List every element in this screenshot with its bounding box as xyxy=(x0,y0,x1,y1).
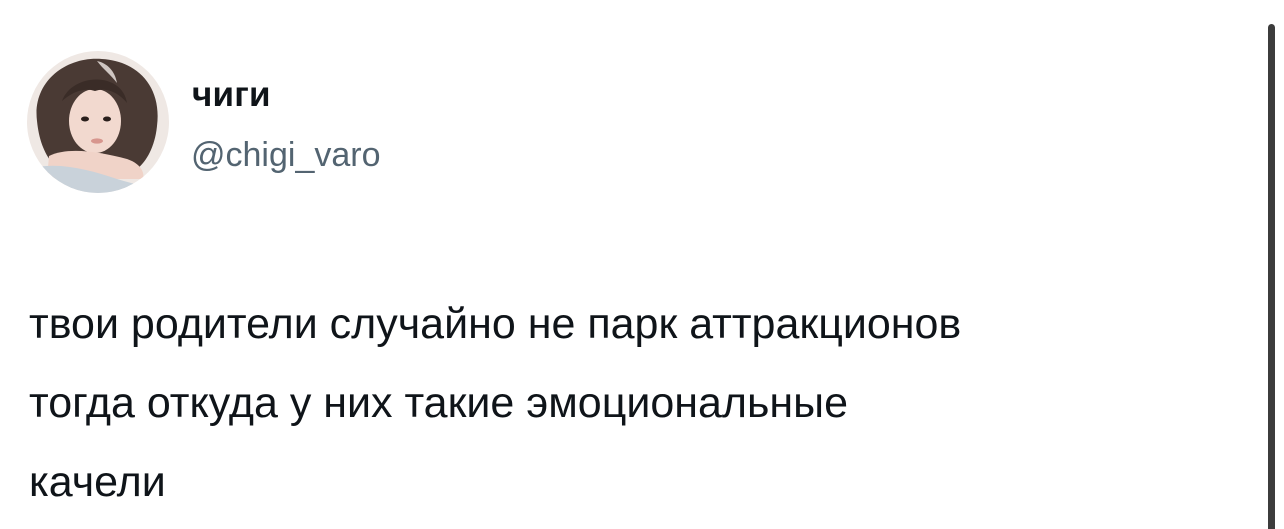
scrollbar[interactable] xyxy=(1268,24,1275,529)
tweet-text-line-1: твои родители случайно не парк аттракцио… xyxy=(29,300,962,348)
tweet-card: чиги @chigi_varo твои родители случайно … xyxy=(0,0,1284,529)
tweet-text: твои родители случайно не парк аттракцио… xyxy=(29,285,1249,522)
tweet-text-line-2: тогда откуда у них такие эмоциональные xyxy=(29,379,848,427)
avatar[interactable] xyxy=(27,51,169,193)
user-handle[interactable]: @chigi_varo xyxy=(191,135,381,175)
avatar-photo-icon xyxy=(27,51,169,193)
tweet-text-line-3: качели xyxy=(29,458,166,506)
display-name[interactable]: чиги xyxy=(192,75,271,115)
